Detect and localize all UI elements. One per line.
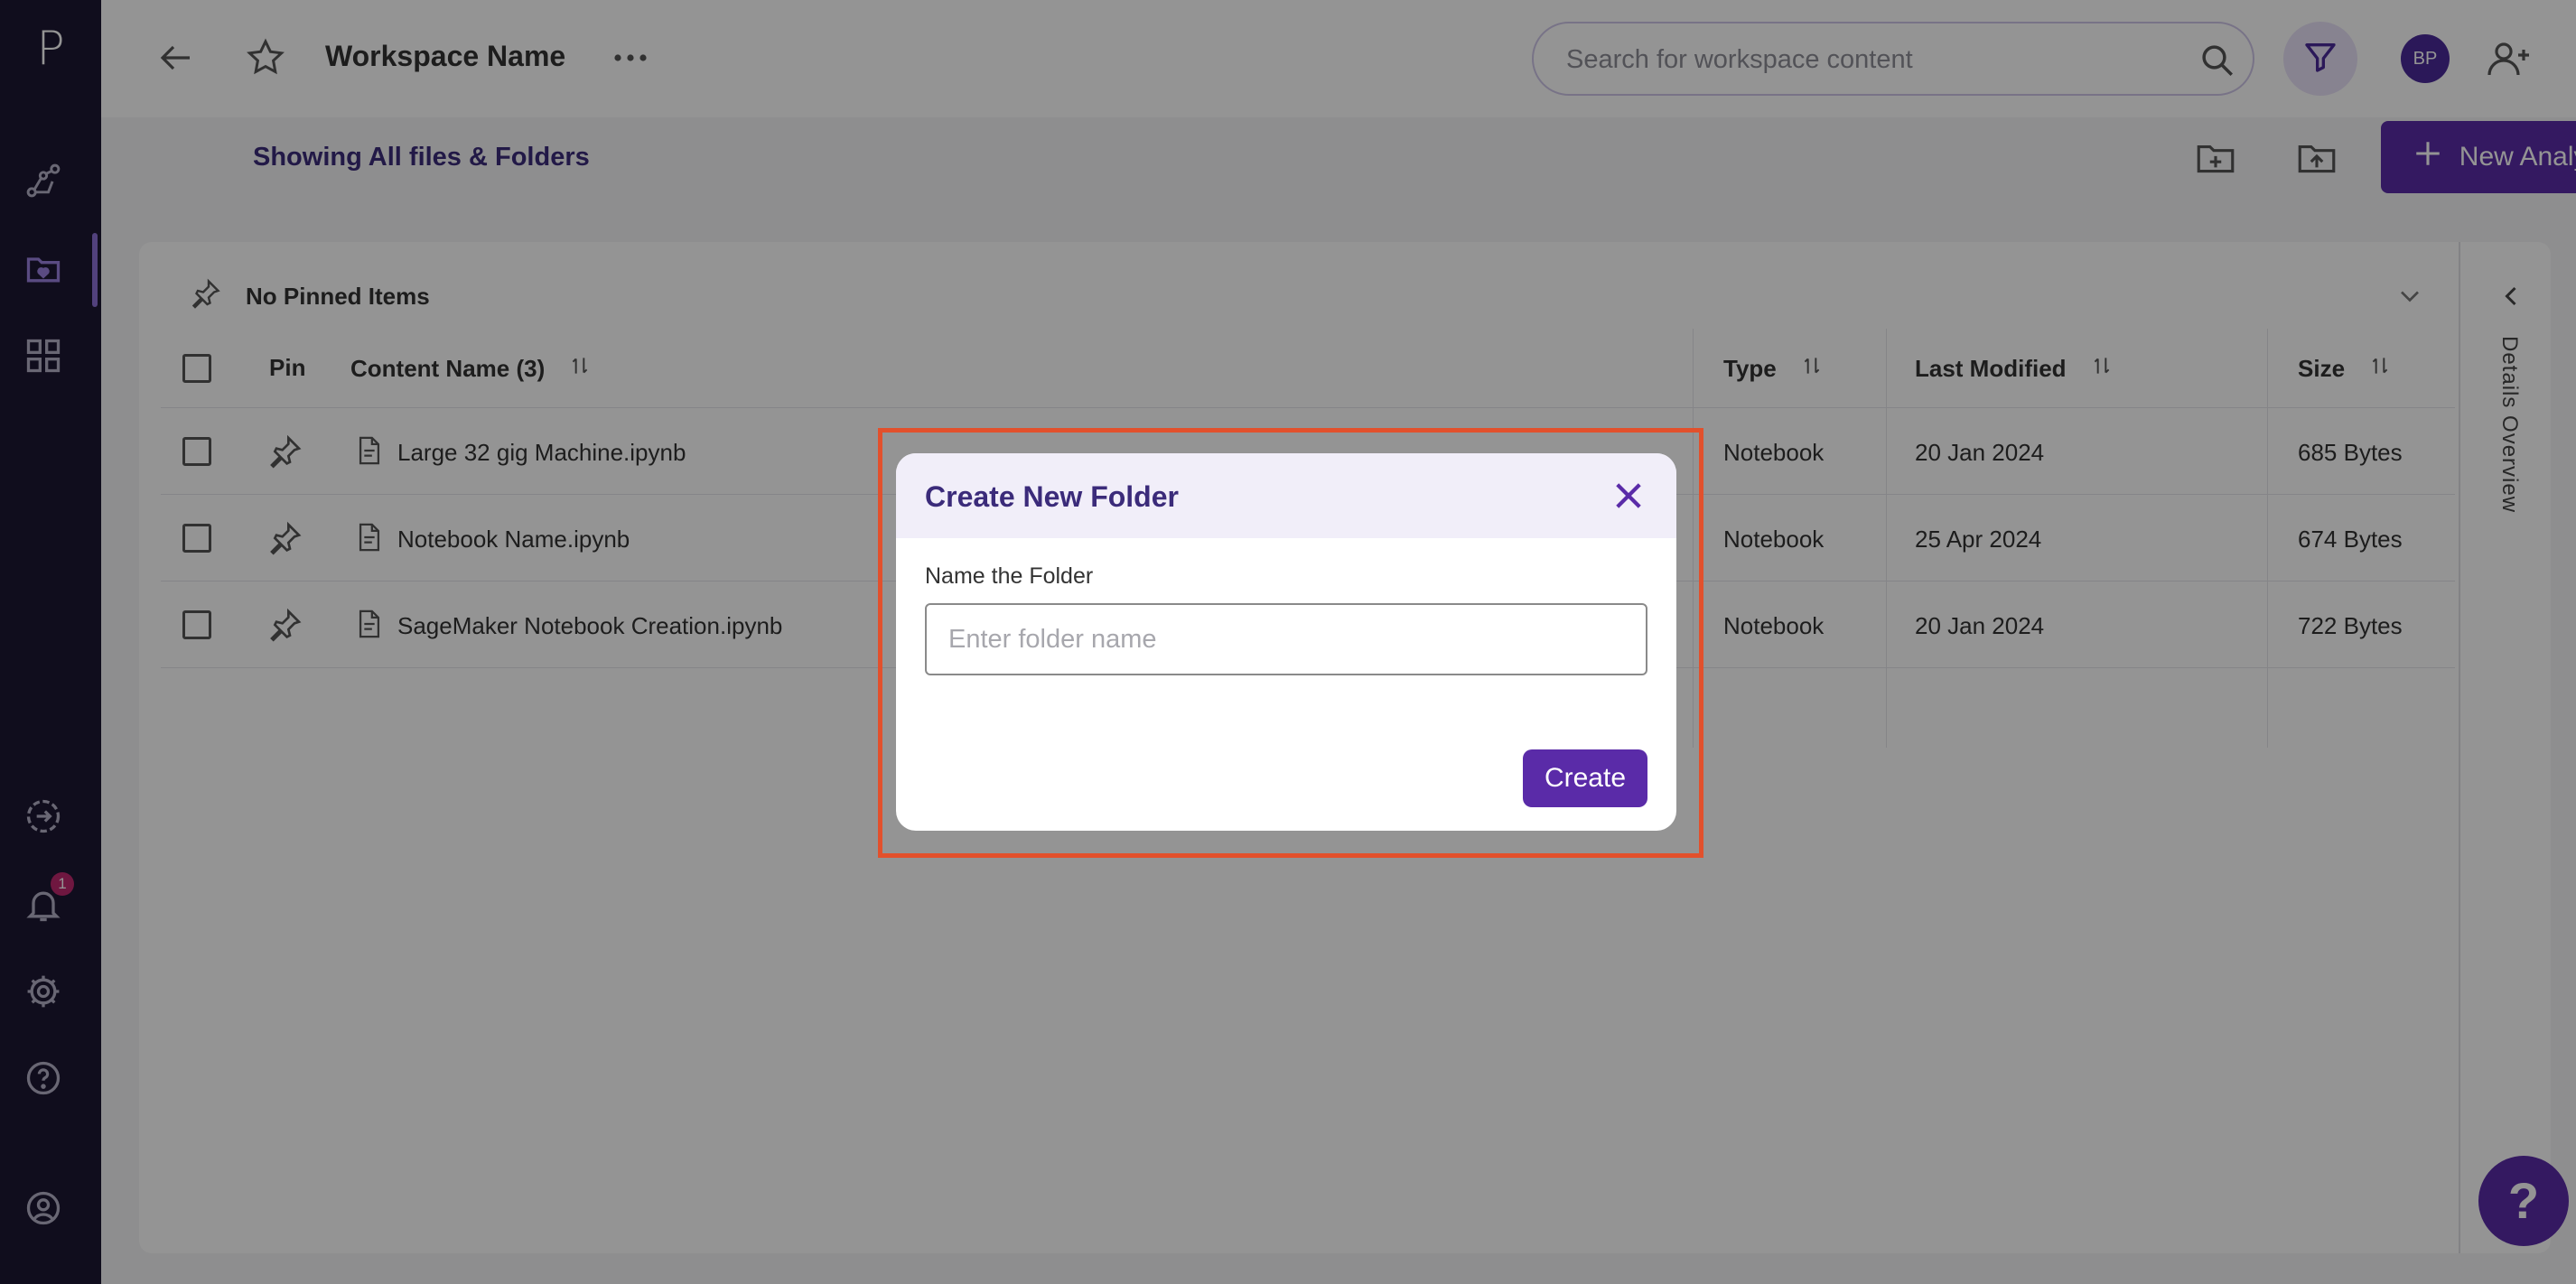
folder-name-label: Name the Folder <box>925 563 1094 589</box>
close-icon[interactable] <box>1610 477 1647 515</box>
folder-name-input[interactable] <box>925 603 1647 675</box>
dialog-header: Create New Folder <box>896 453 1676 538</box>
create-folder-dialog: Create New Folder Name the Folder Create <box>896 453 1676 831</box>
dialog-title: Create New Folder <box>925 480 1179 513</box>
create-button[interactable]: Create <box>1523 749 1647 807</box>
